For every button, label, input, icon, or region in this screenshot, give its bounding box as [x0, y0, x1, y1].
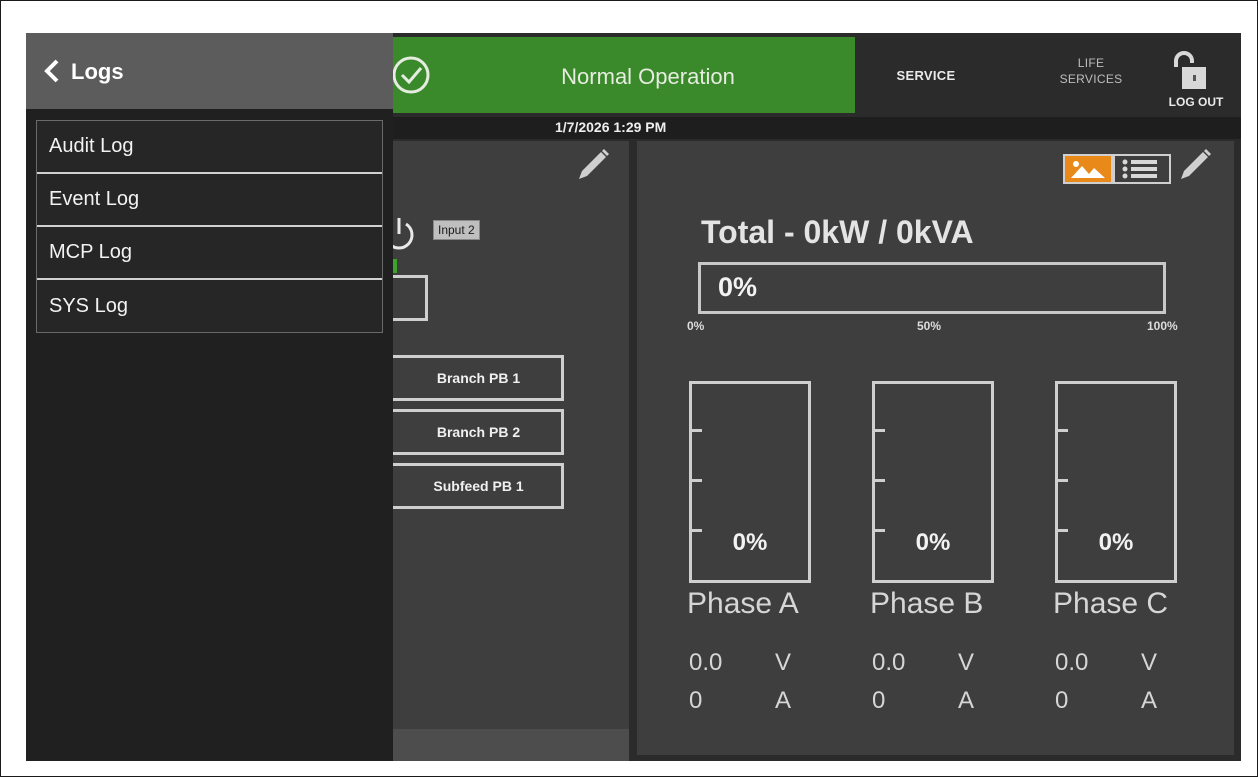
gauge-tick	[692, 479, 702, 482]
axis-label-max: 100%	[1147, 319, 1178, 333]
operation-status-banner: Normal Operation	[392, 37, 855, 113]
phase-name: Phase A	[687, 587, 799, 620]
voltage-unit: V	[1141, 649, 1158, 676]
phase-percent: 0%	[1098, 529, 1134, 556]
current-unit: A	[958, 687, 975, 714]
phase-load-box: 0%	[689, 381, 811, 583]
phase-current: 0	[1055, 687, 1069, 714]
gauge-tick	[1058, 479, 1068, 482]
voltage-unit: V	[775, 649, 792, 676]
phase-voltage: 0.0	[1055, 649, 1089, 676]
phase-current: 0	[689, 687, 703, 714]
service-nav-button[interactable]: SERVICE	[856, 37, 996, 113]
log-menu: Audit Log Event Log MCP Log SYS Log	[36, 120, 383, 333]
branch-pb-1-button[interactable]: Branch PB 1	[383, 355, 564, 401]
total-load-percent: 0%	[718, 272, 758, 302]
menu-item-sys-log[interactable]: SYS Log	[37, 280, 382, 332]
subfeed-pb-1-button[interactable]: Subfeed PB 1	[383, 463, 564, 509]
screenshot-frame: Normal Operation SERVICE LIFE SERVICES L…	[0, 0, 1258, 777]
edit-pencil-icon[interactable]	[573, 145, 611, 185]
life-services-line1: LIFE	[1077, 56, 1105, 70]
gauge-tick	[875, 429, 885, 432]
total-load-bar: 0%	[698, 262, 1166, 314]
image-view-icon	[1071, 161, 1105, 178]
gauge-tick	[692, 429, 702, 432]
phase-name: Phase B	[870, 587, 984, 620]
phase-voltage: 0.0	[872, 649, 906, 676]
source-panel: Input 2 Branch PB 1 Branch PB 2 Subfeed …	[373, 141, 629, 761]
current-unit: A	[1141, 687, 1158, 714]
list-view-icon	[1122, 159, 1157, 179]
logout-button[interactable]: LOG OUT	[1151, 51, 1241, 111]
branch-pb-2-button[interactable]: Branch PB 2	[383, 409, 564, 455]
gauge-tick	[875, 479, 885, 482]
phase-current: 0	[872, 687, 886, 714]
phase-name: Phase C	[1053, 587, 1169, 620]
logs-sidebar: Logs Audit Log Event Log MCP Log SYS Log	[26, 33, 393, 761]
menu-item-event-log[interactable]: Event Log	[37, 174, 382, 227]
phase-load-box: 0%	[1055, 381, 1177, 583]
edit-pencil-icon[interactable]	[1175, 145, 1213, 185]
list-view-toggle[interactable]	[1113, 154, 1171, 184]
menu-item-audit-log[interactable]: Audit Log	[37, 121, 382, 174]
life-services-nav-button[interactable]: LIFE SERVICES	[1046, 55, 1136, 87]
phase-percent: 0%	[732, 529, 768, 556]
axis-label-min: 0%	[687, 319, 705, 333]
sidebar-title: Logs	[71, 59, 124, 84]
phase-percent: 0%	[915, 529, 951, 556]
chevron-left-icon[interactable]	[42, 57, 62, 85]
menu-item-mcp-log[interactable]: MCP Log	[37, 227, 382, 280]
total-power-label: Total - 0kW / 0kVA	[701, 214, 974, 250]
voltage-unit: V	[958, 649, 975, 676]
phase-voltage: 0.0	[689, 649, 723, 676]
logout-label: LOG OUT	[1168, 95, 1224, 109]
panel-footer	[393, 729, 629, 761]
phase-load-box: 0%	[872, 381, 994, 583]
sidebar-header[interactable]: Logs	[26, 33, 393, 109]
life-services-line2: SERVICES	[1059, 72, 1123, 86]
current-unit: A	[775, 687, 792, 714]
load-panel: Total - 0kW / 0kVA 0% 0% 50% 100% 0% Pha…	[637, 141, 1234, 755]
axis-label-mid: 50%	[917, 319, 942, 333]
datetime-bar: 1/7/2026 1:29 PM	[393, 117, 1241, 139]
device-screen: Normal Operation SERVICE LIFE SERVICES L…	[26, 33, 1241, 761]
unlocked-padlock-icon	[1174, 51, 1206, 89]
graphic-view-toggle[interactable]	[1063, 154, 1113, 184]
status-text: Normal Operation	[561, 64, 735, 89]
current-datetime: 1/7/2026 1:29 PM	[555, 119, 667, 135]
gauge-tick	[1058, 429, 1068, 432]
input-source-badge: Input 2	[433, 220, 480, 240]
source-active-indicator	[393, 259, 397, 273]
